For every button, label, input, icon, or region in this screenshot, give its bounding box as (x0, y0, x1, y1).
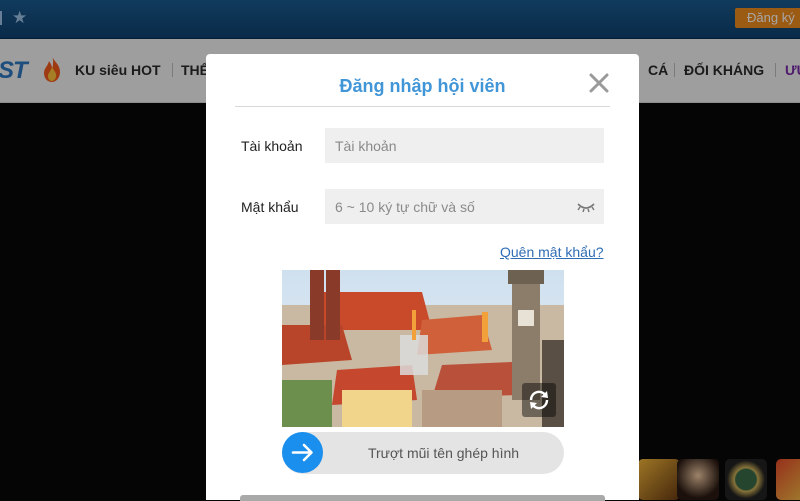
password-input[interactable] (325, 189, 604, 224)
arrow-right-icon (291, 443, 313, 462)
close-icon[interactable] (588, 72, 610, 94)
slider-handle[interactable] (282, 432, 323, 473)
forgot-password-link[interactable]: Quên mật khẩu? (500, 244, 604, 260)
login-button[interactable] (240, 495, 605, 501)
title-divider (235, 106, 610, 107)
account-label: Tài khoản (241, 138, 303, 154)
account-input[interactable] (325, 128, 604, 163)
captcha-slider[interactable]: Trượt mũi tên ghép hình (282, 432, 564, 474)
slider-label: Trượt mũi tên ghép hình (367, 445, 520, 461)
captcha-image (282, 270, 564, 427)
login-modal: Đăng nhập hội viên Tài khoản Mật khẩu Qu… (206, 54, 639, 501)
eye-closed-icon[interactable] (576, 200, 596, 214)
refresh-icon[interactable] (522, 383, 556, 417)
modal-title: Đăng nhập hội viên (339, 76, 506, 96)
password-label: Mật khẩu (241, 199, 299, 215)
